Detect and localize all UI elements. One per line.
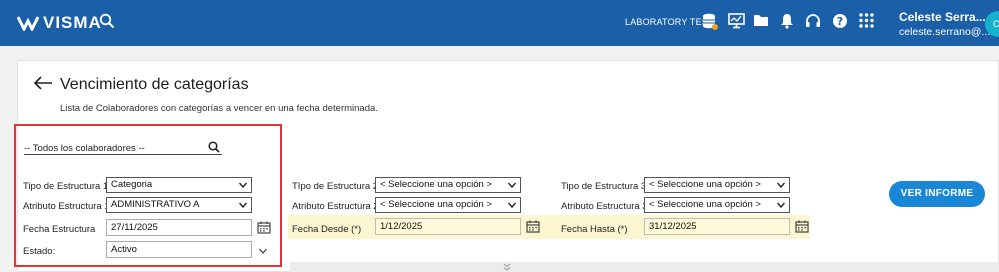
apps-grid-icon[interactable]: [859, 13, 877, 31]
tipo-estructura-2-label: TIpo de Estructura 2: [292, 181, 379, 192]
fecha-desde-input[interactable]: 1/12/2025: [375, 218, 521, 235]
brand-name: VISMA: [43, 13, 102, 32]
help-icon[interactable]: ?: [832, 13, 850, 31]
database-icon[interactable]: [702, 13, 720, 31]
fecha-hasta-label: Fecha Hasta (*): [561, 224, 628, 235]
estado-label: Estado:: [23, 246, 56, 257]
tipo-estructura-1-select[interactable]: Categoria: [106, 177, 252, 193]
fecha-estructura-input[interactable]: 27/11/2025: [106, 219, 252, 236]
page-title: Vencimiento de categorías: [60, 76, 249, 93]
atributo-estructura-1-value: ADMINISTRATIVO A: [111, 199, 200, 210]
top-bar: VISMA LABORATORY TEST ? Celeste Serra...…: [0, 0, 999, 46]
atributo-estructura-1-label: Atributo Estructura 1: [23, 201, 110, 212]
tipo-estructura-3-label: Tipo de Estructura 3: [561, 181, 647, 192]
chevron-down-icon: [508, 202, 516, 208]
results-expander-bar[interactable]: [290, 262, 999, 272]
back-arrow-icon[interactable]: [33, 75, 53, 96]
atributo-estructura-3-value: < Seleccione una opción >: [649, 199, 761, 210]
page-subtitle: Lista de Colaboradores con categorías a …: [60, 103, 378, 114]
atributo-estructura-3-select[interactable]: < Seleccione una opción >: [644, 197, 790, 213]
fecha-estructura-label: Fecha Estructura: [23, 224, 96, 235]
double-chevron-down-icon[interactable]: [503, 263, 511, 271]
tipo-estructura-3-value: < Seleccione una opción >: [649, 179, 761, 190]
svg-text:?: ?: [837, 15, 843, 28]
environment-label: LABORATORY TEST: [625, 17, 714, 27]
chevron-down-icon: [777, 182, 785, 188]
visma-logo-icon: [17, 16, 39, 31]
collaborator-search-input[interactable]: -- Todos los colaboradores --: [24, 139, 222, 155]
bell-icon[interactable]: [780, 13, 798, 31]
calendar-icon[interactable]: [257, 221, 271, 234]
folder-icon[interactable]: [753, 13, 771, 31]
monitor-icon[interactable]: [728, 13, 746, 31]
tipo-estructura-1-value: Categoria: [111, 179, 153, 190]
chevron-down-icon: [508, 182, 516, 188]
atributo-estructura-1-select[interactable]: ADMINISTRATIVO A: [106, 197, 252, 213]
atributo-estructura-2-label: Atributo Estructura 2: [292, 201, 379, 212]
atributo-estructura-2-select[interactable]: < Seleccione una opción >: [375, 197, 521, 213]
user-email: celeste.serrano@...: [899, 26, 991, 38]
brand-logo[interactable]: VISMA: [17, 13, 102, 33]
calendar-icon[interactable]: [526, 220, 540, 233]
fecha-desde-label: Fecha Desde (*): [292, 224, 362, 235]
atributo-estructura-2-value: < Seleccione una opción >: [380, 199, 492, 210]
chevron-down-icon: [777, 202, 785, 208]
tipo-estructura-3-select[interactable]: < Seleccione una opción >: [644, 177, 790, 193]
tipo-estructura-2-value: < Seleccione una opción >: [380, 179, 492, 190]
atributo-estructura-3-label: Atributo Estructura 3: [561, 201, 648, 212]
estado-select[interactable]: Activo: [106, 241, 252, 258]
view-report-button[interactable]: VER INFORME: [889, 181, 985, 207]
calendar-icon[interactable]: [795, 220, 809, 233]
tipo-estructura-2-select[interactable]: < Seleccione una opción >: [375, 177, 521, 193]
chevron-down-icon[interactable]: [259, 248, 267, 254]
chevron-down-icon: [239, 202, 247, 208]
tipo-estructura-1-label: Tipo de Estructura 1: [23, 181, 109, 192]
user-name[interactable]: Celeste Serra...: [899, 10, 986, 24]
chevron-down-icon: [239, 182, 247, 188]
headset-icon[interactable]: [805, 13, 823, 31]
search-icon[interactable]: [99, 13, 115, 34]
search-icon[interactable]: [208, 140, 220, 158]
fecha-hasta-input[interactable]: 31/12/2025: [644, 218, 790, 235]
